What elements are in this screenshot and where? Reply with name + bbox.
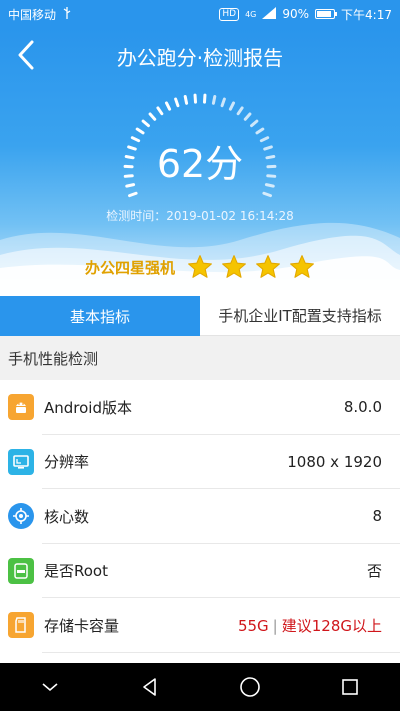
tab-enterprise-it[interactable]: 手机企业IT配置支持指标 <box>200 296 400 336</box>
carrier-name: 中国移动 <box>8 7 57 22</box>
star-icon <box>290 255 314 278</box>
list-item-root-status[interactable]: 是否Root 否 <box>0 544 400 599</box>
row-value: 8 <box>372 507 382 526</box>
storage-capacity: 55G <box>237 616 269 635</box>
row-label: 分辨率 <box>44 453 90 472</box>
tab-basic-metrics[interactable]: 基本指标 <box>0 296 200 336</box>
gauge-tick <box>243 112 252 121</box>
android-icon <box>8 394 34 421</box>
test-time: 检测时间：2019-01-02 16:14:28 <box>106 209 294 223</box>
gauge-tick <box>262 191 272 198</box>
section-title: 手机性能检测 <box>0 336 400 380</box>
rating-label: 办公四星强机 <box>84 258 175 277</box>
gauge-tick <box>128 191 138 198</box>
list-item-core-count[interactable]: 核心数 8 <box>0 489 400 544</box>
gauge-tick <box>236 106 244 116</box>
star-icon <box>256 255 280 278</box>
row-label: 是否Root <box>44 562 108 581</box>
star-icon <box>188 255 212 278</box>
battery-icon <box>315 9 338 19</box>
gauge-tick <box>148 112 157 121</box>
gauge-tick <box>156 106 164 116</box>
signal-icon <box>262 6 277 22</box>
back-triangle-icon[interactable] <box>130 667 170 707</box>
tab-bar: 基本指标 手机企业IT配置支持指标 <box>0 296 400 336</box>
row-value: 8.0.0 <box>343 398 382 417</box>
cpu-core-icon <box>8 503 34 530</box>
star-icon <box>222 255 246 278</box>
row-value: 否 <box>366 562 382 581</box>
recents-square-icon[interactable] <box>330 667 370 707</box>
storage-advice: 建议128G以上 <box>281 616 382 635</box>
page-title: 办公跑分·检测报告 <box>116 46 284 70</box>
collapse-icon[interactable] <box>30 667 70 707</box>
score-value: 62分 <box>156 142 244 186</box>
system-nav-bar <box>0 663 400 711</box>
gauge-tick <box>228 101 236 111</box>
gauge-tick <box>211 94 217 105</box>
report-header: 办公跑分·检测报告 62分 检测时间：2019-01-02 16:14:28 办… <box>0 28 400 290</box>
clock: 下午4:17 <box>341 7 392 22</box>
list-item-resolution[interactable]: 分辨率 1080 x 1920 <box>0 435 400 490</box>
gauge-tick <box>220 97 226 108</box>
separator: | <box>272 616 278 635</box>
row-value: 1080 x 1920 <box>287 452 382 471</box>
status-bar: 中国移动 HD 4G 90% 下午4:17 <box>0 0 400 28</box>
row-label: Android版本 <box>44 398 132 417</box>
rating-row: 办公四星强机 <box>0 252 400 282</box>
gauge-tick <box>164 101 172 111</box>
list-item-storage[interactable]: 存储卡容量 55G | 建议128G以上 <box>0 598 400 653</box>
usb-icon <box>62 6 72 22</box>
row-label: 存储卡容量 <box>44 616 120 635</box>
home-circle-icon[interactable] <box>230 667 270 707</box>
gauge-tick <box>183 94 189 105</box>
gauge-tick <box>174 97 180 108</box>
row-label: 核心数 <box>44 507 90 526</box>
list-item-android-version[interactable]: Android版本 8.0.0 <box>0 380 400 435</box>
network-type: 4G <box>245 9 257 19</box>
root-icon <box>8 557 34 584</box>
hd-badge: HD <box>219 7 240 21</box>
gauge-tick <box>141 119 150 128</box>
performance-list: Android版本 8.0.0 分辨率 1080 x 1920 核心数 8 是否… <box>0 380 400 653</box>
battery-percent: 90% <box>282 7 310 21</box>
resolution-icon <box>8 448 34 475</box>
storage-value: 55G | 建议128G以上 <box>238 615 382 636</box>
sd-card-icon <box>8 612 34 639</box>
gauge-tick <box>250 119 259 128</box>
